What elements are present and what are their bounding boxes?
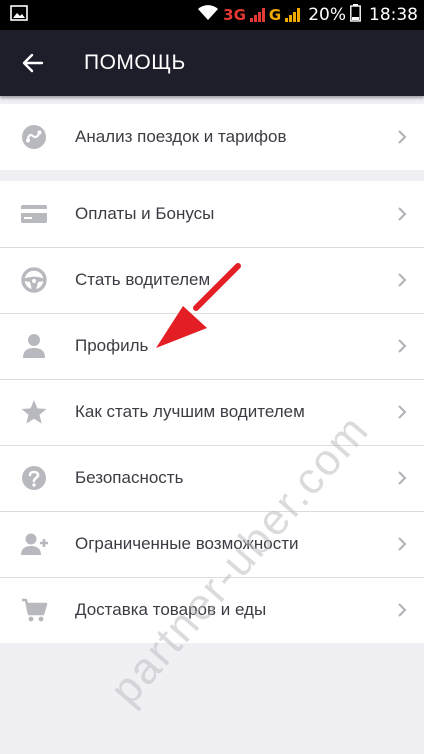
chevron-right-icon [398, 339, 407, 353]
person-add-icon [20, 533, 48, 555]
battery-icon [350, 3, 361, 27]
help-section-trips: Анализ поездок и тарифов [0, 104, 424, 170]
card-icon [20, 205, 47, 223]
network-type-3g: 3G [223, 6, 246, 24]
status-bar: 3G G 20% 18:38 [0, 0, 424, 30]
menu-item-become-driver[interactable]: Стать водителем [0, 247, 424, 313]
chevron-right-icon [398, 405, 407, 419]
chevron-right-icon [398, 207, 407, 221]
clock: 18:38 [369, 5, 418, 25]
arrow-left-icon [22, 53, 44, 73]
trip-analysis-icon [21, 125, 46, 149]
menu-item-payments[interactable]: Оплаты и Бонусы [0, 181, 424, 247]
menu-item-profile[interactable]: Профиль [0, 313, 424, 379]
chevron-right-icon [398, 537, 407, 551]
app-bar: ПОМОЩЬ [0, 30, 424, 96]
battery-percent: 20% [308, 5, 346, 25]
star-icon [21, 400, 46, 424]
wifi-icon [197, 4, 219, 26]
chevron-right-icon [398, 471, 407, 485]
cart-icon [21, 598, 47, 622]
menu-item-label: Профиль [75, 336, 149, 355]
gallery-notification-icon [10, 4, 28, 26]
menu-item-label: Анализ поездок и тарифов [75, 127, 287, 146]
chevron-right-icon [398, 603, 407, 617]
menu-item-label: Оплаты и Бонусы [75, 204, 215, 223]
menu-item-label: Стать водителем [75, 270, 211, 289]
person-icon [22, 334, 45, 358]
menu-item-trip-analysis[interactable]: Анализ поездок и тарифов [0, 104, 424, 170]
page-title: ПОМОЩЬ [84, 51, 186, 74]
back-button[interactable] [0, 30, 66, 96]
steering-wheel-icon [20, 267, 47, 293]
signal-strength-1-icon [249, 8, 265, 22]
network-type-g: G [268, 6, 282, 24]
chevron-right-icon [398, 130, 407, 144]
signal-strength-2-icon [285, 8, 301, 22]
help-icon [21, 466, 46, 490]
chevron-right-icon [398, 273, 407, 287]
